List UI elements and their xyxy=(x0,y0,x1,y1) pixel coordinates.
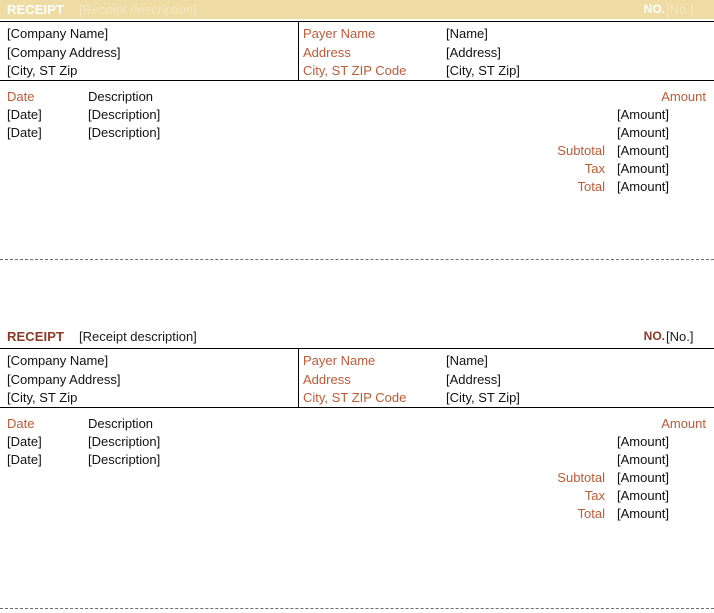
subtotal-row: Subtotal [Amount] xyxy=(0,142,714,160)
company-city-state-zip[interactable]: [City, ST Zip xyxy=(7,389,292,408)
total-label: Total xyxy=(577,179,605,194)
cell-date[interactable]: [Date] xyxy=(7,451,42,468)
column-header-amount: Amount xyxy=(661,416,706,431)
company-name[interactable]: [Company Name] xyxy=(7,25,292,44)
payer-name-label: Payer Name xyxy=(303,353,376,368)
column-header-date: Date xyxy=(7,416,35,431)
column-header-amount: Amount xyxy=(661,89,706,104)
subtotal-amount[interactable]: [Amount] xyxy=(617,469,669,486)
payer-value-block: [Name] [Address] [City, ST Zip] xyxy=(446,352,706,408)
cell-date[interactable]: [Date] xyxy=(7,106,42,123)
payer-city-state-zip-label: City, ST ZIP Code xyxy=(303,63,407,78)
company-address-block: [Company Name] [Company Address] [City, … xyxy=(7,352,292,408)
payer-name-value[interactable]: [Name] xyxy=(446,25,706,44)
column-header-description: Description xyxy=(88,416,154,431)
payer-name-label: Payer Name xyxy=(303,26,376,41)
company-name[interactable]: [Company Name] xyxy=(7,352,292,371)
tax-row: Tax [Amount] xyxy=(0,487,714,505)
cell-description[interactable]: [Description] xyxy=(88,433,160,450)
cell-amount[interactable]: [Amount] xyxy=(617,124,669,141)
header-rule xyxy=(0,21,714,22)
cell-amount[interactable]: [Amount] xyxy=(617,433,669,450)
header-rule xyxy=(0,348,714,349)
table-header-row: Date Description Amount xyxy=(0,88,714,106)
payer-address-label: Address xyxy=(303,371,351,387)
payer-name-value[interactable]: [Name] xyxy=(446,352,706,371)
subtotal-amount[interactable]: [Amount] xyxy=(617,142,669,159)
company-address[interactable]: [Company Address] xyxy=(7,44,292,63)
tax-label: Tax xyxy=(584,488,605,503)
subtotal-row: Subtotal [Amount] xyxy=(0,469,714,487)
receipt-title-band: RECEIPT [Receipt description] NO. [No.] xyxy=(0,0,714,19)
total-label: Total xyxy=(577,506,605,521)
subtotal-label: Subtotal xyxy=(557,143,605,158)
company-address[interactable]: [Company Address] xyxy=(7,371,292,390)
table-row[interactable]: [Date] [Description] [Amount] xyxy=(0,451,714,469)
total-row: Total [Amount] xyxy=(0,505,714,523)
tax-row: Tax [Amount] xyxy=(0,160,714,178)
receipt-number-label: NO. xyxy=(643,2,665,16)
payer-city-state-zip-label: City, ST ZIP Code xyxy=(303,390,407,405)
receipt-document: RECEIPT [Receipt description] NO. [No.] … xyxy=(0,0,714,613)
cell-description[interactable]: [Description] xyxy=(88,106,160,123)
receipt-title-band: RECEIPT [Receipt description] NO. [No.] xyxy=(0,327,714,346)
payer-value-block: [Name] [Address] [City, ST Zip] xyxy=(446,25,706,81)
table-row[interactable]: [Date] [Description] [Amount] xyxy=(0,124,714,142)
tax-amount[interactable]: [Amount] xyxy=(617,160,669,177)
company-address-block: [Company Name] [Company Address] [City, … xyxy=(7,25,292,81)
total-row: Total [Amount] xyxy=(0,178,714,196)
cut-line xyxy=(0,259,714,260)
receipt-description[interactable]: [Receipt description] xyxy=(79,329,197,344)
address-column-divider xyxy=(298,349,299,407)
table-row[interactable]: [Date] [Description] [Amount] xyxy=(0,433,714,451)
table-header-row: Date Description Amount xyxy=(0,415,714,433)
receipt-title: RECEIPT xyxy=(7,329,65,344)
column-header-date: Date xyxy=(7,89,35,104)
cell-description[interactable]: [Description] xyxy=(88,451,160,468)
address-block-rule xyxy=(0,80,714,81)
cell-date[interactable]: [Date] xyxy=(7,124,42,141)
tax-label: Tax xyxy=(584,161,605,176)
cell-amount[interactable]: [Amount] xyxy=(617,106,669,123)
receipt-number-value[interactable]: [No.] xyxy=(666,329,706,344)
payer-address-value[interactable]: [Address] xyxy=(446,371,706,390)
cell-date[interactable]: [Date] xyxy=(7,433,42,450)
payer-address-label: Address xyxy=(303,44,351,60)
payer-city-state-zip-value[interactable]: [City, ST Zip] xyxy=(446,62,706,81)
receipt-copy-1: RECEIPT [Receipt description] NO. [No.] … xyxy=(0,0,714,194)
total-amount[interactable]: [Amount] xyxy=(617,178,669,195)
total-amount[interactable]: [Amount] xyxy=(617,505,669,522)
line-items-table: Date Description Amount [Date] [Descript… xyxy=(0,415,714,523)
address-column-divider xyxy=(298,22,299,80)
payer-city-state-zip-value[interactable]: [City, ST Zip] xyxy=(446,389,706,408)
cell-amount[interactable]: [Amount] xyxy=(617,451,669,468)
payer-label-block: Payer Name Address City, ST ZIP Code xyxy=(303,25,443,81)
address-block-rule xyxy=(0,407,714,408)
tax-amount[interactable]: [Amount] xyxy=(617,487,669,504)
receipt-number-value[interactable]: [No.] xyxy=(666,2,706,17)
column-header-description: Description xyxy=(88,89,154,104)
receipt-title: RECEIPT xyxy=(7,2,65,17)
subtotal-label: Subtotal xyxy=(557,470,605,485)
table-row[interactable]: [Date] [Description] [Amount] xyxy=(0,106,714,124)
receipt-description[interactable]: [Receipt description] xyxy=(79,2,197,17)
receipt-number-label: NO. xyxy=(643,329,665,343)
cell-description[interactable]: [Description] xyxy=(88,124,160,141)
receipt-copy-2: RECEIPT [Receipt description] NO. [No.] … xyxy=(0,327,714,521)
company-city-state-zip[interactable]: [City, ST Zip xyxy=(7,62,292,81)
payer-label-block: Payer Name Address City, ST ZIP Code xyxy=(303,352,443,408)
payer-address-value[interactable]: [Address] xyxy=(446,44,706,63)
cut-line xyxy=(0,608,714,609)
line-items-table: Date Description Amount [Date] [Descript… xyxy=(0,88,714,196)
